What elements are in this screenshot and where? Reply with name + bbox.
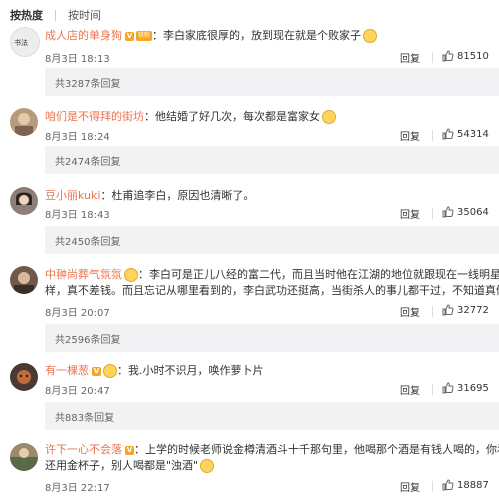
comment-date: 8月3日 18:24 xyxy=(45,132,110,143)
comment-item: 中翀尚葬气氛氛 ：李白可是正儿八经的富二代，而且当时他在江湖的地位就跟现在一线明星… xyxy=(0,259,499,352)
username[interactable]: 许下一心不会落 xyxy=(45,443,122,456)
smiley-emoji-icon xyxy=(363,29,378,43)
sort-divider xyxy=(55,9,56,21)
smiley-emoji-icon xyxy=(103,364,117,378)
action-divider xyxy=(432,384,433,395)
v-badge-icon: V xyxy=(92,366,101,376)
username[interactable]: 中翀尚葬气氛氛 xyxy=(45,268,122,281)
thumbs-up-icon xyxy=(442,50,454,62)
like-button[interactable]: 35064 xyxy=(442,206,489,218)
reply-thread-box: 共2596条回复 xyxy=(45,324,499,352)
avatar[interactable]: 书法 xyxy=(10,27,40,57)
like-count: 32772 xyxy=(457,304,489,316)
action-divider xyxy=(432,130,433,141)
username[interactable]: 成人店的单身狗 xyxy=(45,29,122,42)
comment-text: ：李白可是正儿八经的富二代，而且当时他在江湖的地位就跟现在一线明星一 xyxy=(138,268,499,281)
v-badge-icon: V xyxy=(125,31,134,41)
reply-thread-box: 共883条回复 xyxy=(45,402,499,430)
like-count: 54314 xyxy=(457,128,489,140)
reply-button[interactable]: 回复 xyxy=(400,128,420,143)
comment-text-continued: 样，真不差钱。而且忘记从哪里看到的，李白武功还挺高，当街杀人的事儿都干过，不知道… xyxy=(45,284,499,297)
thumbs-up-icon xyxy=(442,479,454,491)
comment-date: 8月3日 22:17 xyxy=(45,483,110,494)
sort-by-hot-tab[interactable]: 按热度 xyxy=(10,7,43,23)
reply-count-link[interactable]: 共2596条回复 xyxy=(55,331,120,346)
username[interactable]: 有一棵葱 xyxy=(45,364,89,377)
thumbs-up-icon xyxy=(442,304,454,316)
action-divider xyxy=(432,208,433,219)
reply-button[interactable]: 回复 xyxy=(400,382,420,397)
comment-item: 书法 成人店的单身狗 V 铁粉 ：李白家底很厚的，放到现在就是个败家子 8月3日 18… xyxy=(0,24,499,100)
comment-item: 咱们是不得拜的街坊：他结婚了好几次，每次都是富家女 8月3日 18:24 回复 … xyxy=(0,101,499,177)
reply-button[interactable]: 回复 xyxy=(400,479,420,494)
reply-count-link[interactable]: 共3287条回复 xyxy=(55,75,120,90)
like-count: 31695 xyxy=(457,382,489,394)
comment-text: ：他结婚了好几次，每次都是富家女 xyxy=(144,110,320,123)
comment-item: 许下一心不会落 V ：上学的时候老师说金樽清酒斗十千那句里，他喝那个酒是有钱人喝的，… xyxy=(0,436,499,504)
fan-badge: 铁粉 xyxy=(136,31,153,41)
like-button[interactable]: 32772 xyxy=(442,304,489,316)
reply-button[interactable]: 回复 xyxy=(400,206,420,221)
sort-by-time-tab[interactable]: 按时间 xyxy=(68,7,101,23)
like-button[interactable]: 81510 xyxy=(442,50,489,62)
reply-thread-box: 共2450条回复 xyxy=(45,226,499,254)
like-count: 35064 xyxy=(457,206,489,218)
like-button[interactable]: 18887 xyxy=(442,479,489,491)
comment-date: 8月3日 18:43 xyxy=(45,210,110,221)
like-count: 81510 xyxy=(457,50,489,62)
comment-text-continued: 还用金杯子，别人喝都是"浊酒" xyxy=(45,459,199,472)
like-button[interactable]: 31695 xyxy=(442,382,489,394)
comment-date: 8月3日 20:07 xyxy=(45,308,110,319)
username[interactable]: 豆小丽kuki xyxy=(45,189,100,202)
comment-text: ：杜甫追李白，原因也清晰了。 xyxy=(100,189,255,202)
smiley-emoji-icon xyxy=(124,268,138,282)
svg-text:书法: 书法 xyxy=(14,38,28,47)
smiley-emoji-icon xyxy=(322,110,336,124)
reply-button[interactable]: 回复 xyxy=(400,304,420,319)
reply-button[interactable]: 回复 xyxy=(400,50,420,65)
reply-count-link[interactable]: 共2450条回复 xyxy=(55,233,120,248)
avatar[interactable] xyxy=(10,443,38,471)
action-divider xyxy=(432,481,433,492)
action-divider xyxy=(432,306,433,317)
comment-text: ：李白家底很厚的，放到现在就是个败家子 xyxy=(152,29,362,42)
comment-date: 8月3日 20:47 xyxy=(45,386,110,397)
thumbs-up-icon xyxy=(442,382,454,394)
comment-text: ：我.小时不识月，唤作萝卜片 xyxy=(117,364,264,377)
reply-thread-box: 共3287条回复 xyxy=(45,68,499,96)
avatar[interactable] xyxy=(10,363,38,391)
avatar[interactable] xyxy=(10,266,38,294)
avatar[interactable] xyxy=(10,187,38,215)
thumbs-up-icon xyxy=(442,206,454,218)
comment-date: 8月3日 18:13 xyxy=(45,54,110,65)
comment-item: 豆小丽kuki：杜甫追李白，原因也清晰了。 8月3日 18:43 回复 3506… xyxy=(0,180,499,256)
comment-text: ：上学的时候老师说金樽清酒斗十千那句里，他喝那个酒是有钱人喝的，你看 xyxy=(134,443,499,456)
reply-count-link[interactable]: 共883条回复 xyxy=(55,409,114,424)
reply-thread-box: 共2474条回复 xyxy=(45,146,499,174)
action-divider xyxy=(432,52,433,63)
comment-item: 有一棵葱 V ：我.小时不识月，唤作萝卜片 8月3日 20:47 回复 31695 … xyxy=(0,356,499,432)
username[interactable]: 咱们是不得拜的街坊 xyxy=(45,110,144,123)
v-badge-icon: V xyxy=(125,445,134,455)
smiley-emoji-icon xyxy=(200,459,215,473)
reply-count-link[interactable]: 共2474条回复 xyxy=(55,153,120,168)
like-count: 18887 xyxy=(457,479,489,491)
like-button[interactable]: 54314 xyxy=(442,128,489,140)
avatar[interactable] xyxy=(10,108,38,136)
thumbs-up-icon xyxy=(442,128,454,140)
